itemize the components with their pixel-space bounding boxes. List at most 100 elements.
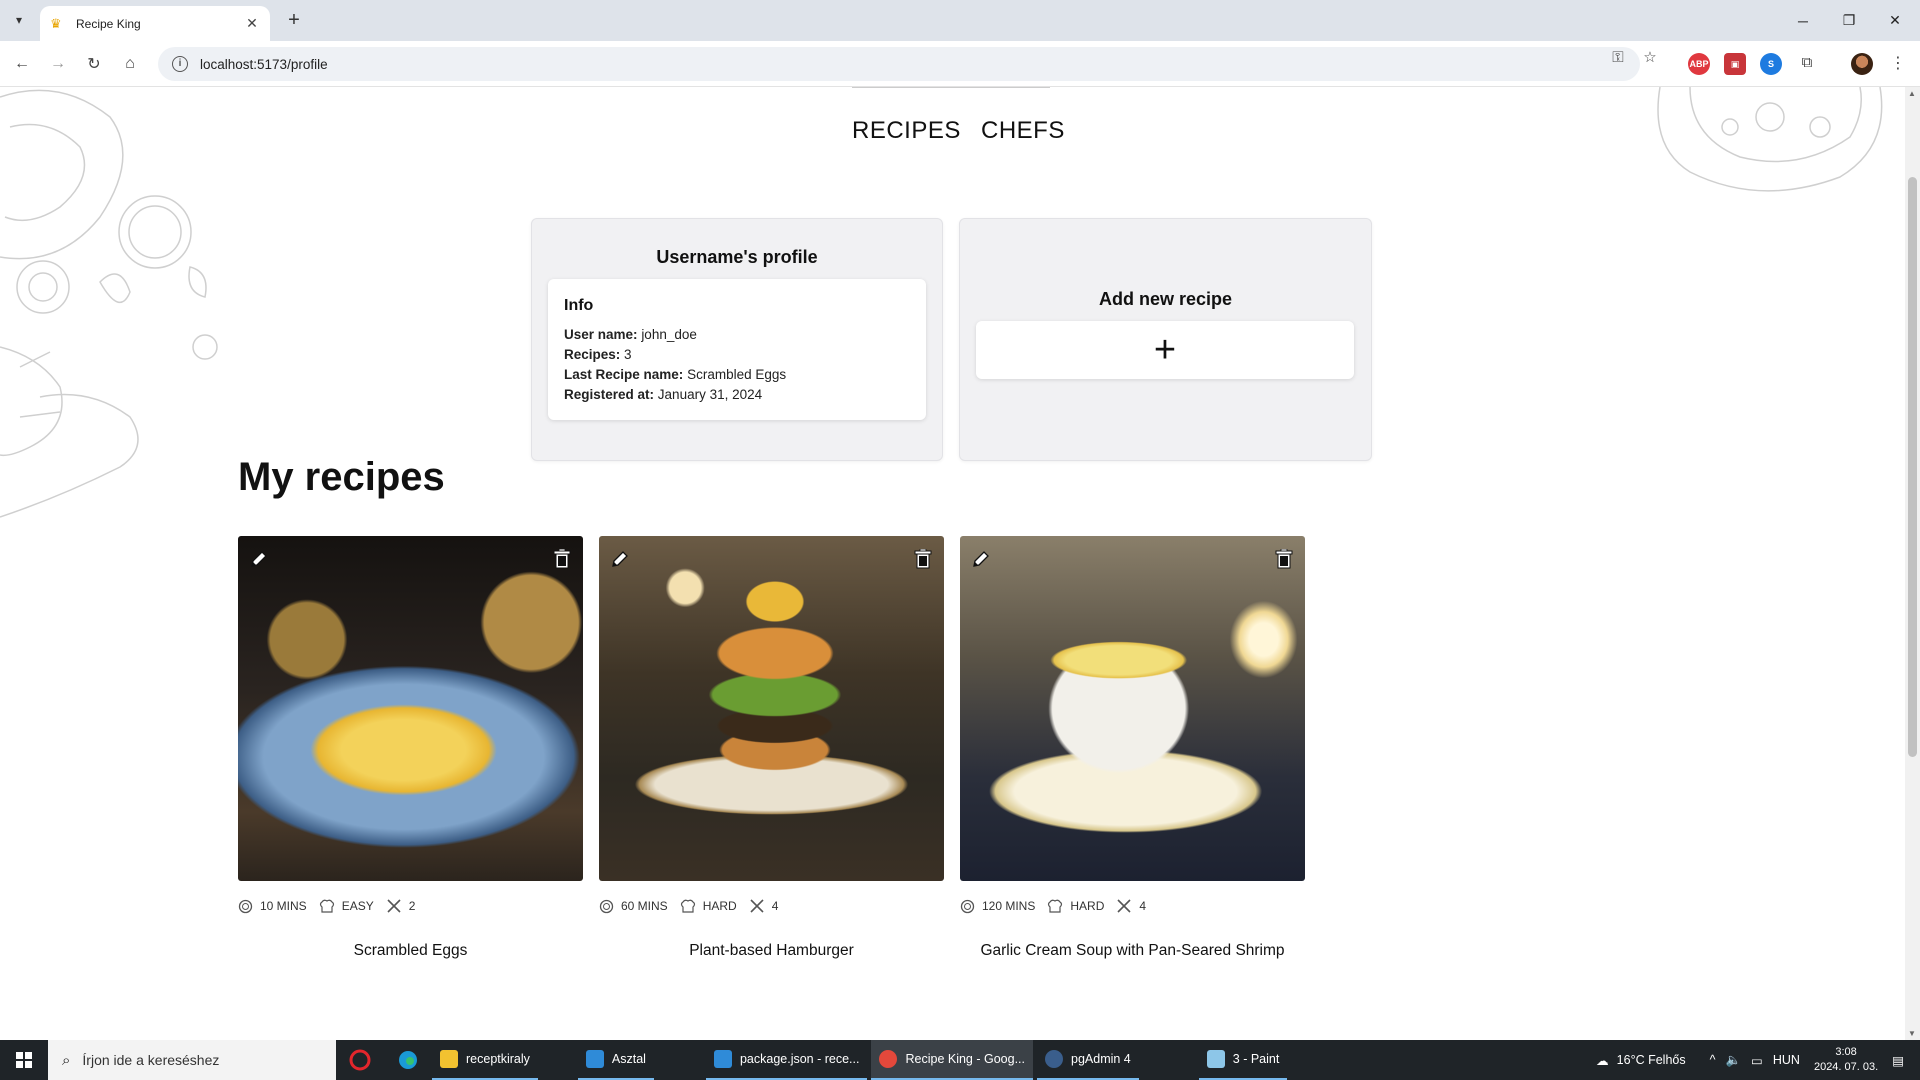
chef-hat-icon — [680, 899, 695, 913]
recipe-name[interactable]: Plant-based Hamburger — [599, 942, 944, 960]
my-recipes-heading: My recipes — [238, 455, 445, 499]
opera-icon[interactable] — [336, 1040, 384, 1080]
delete-trash-icon[interactable] — [910, 546, 936, 572]
recipe-meta: 60 MINS HARD 4 — [599, 898, 790, 914]
recipe-image-garlic-soup[interactable] — [960, 536, 1305, 881]
extension-blue-icon[interactable]: S — [1760, 53, 1782, 75]
nav-chefs-link[interactable]: CHEFS — [981, 117, 1065, 145]
close-tab-icon[interactable]: ✕ — [244, 15, 260, 32]
desktop-icon — [585, 1050, 604, 1068]
pgadmin-icon — [1045, 1050, 1063, 1068]
taskbar-search-placeholder: Írjon ide a kereséshez — [82, 1052, 220, 1068]
home-icon[interactable]: ⌂ — [118, 52, 142, 76]
edit-pencil-icon[interactable] — [968, 546, 994, 572]
search-icon: ⌕ — [62, 1051, 71, 1069]
recipe-name[interactable]: Scrambled Eggs — [238, 942, 583, 960]
browser-tab[interactable]: ♛ Recipe King ✕ — [40, 6, 270, 41]
language-indicator[interactable]: HUN — [1773, 1053, 1800, 1067]
page-scrollbar[interactable]: ▲ ▼ — [1905, 87, 1920, 1040]
recipe-card[interactable]: 120 MINS HARD 4 Garlic Cream Soup with P… — [960, 536, 1305, 959]
page-viewport: RECIPES CHEFS Username's profile Info Us… — [0, 87, 1905, 1040]
system-tray: ☁ 16°C Felhős ^ 🔈 ▭ HUN 3:08 2024. 07. 0… — [1596, 1040, 1920, 1080]
taskbar-app-asztal[interactable]: Asztal — [577, 1040, 654, 1080]
minimize-icon[interactable]: ─ — [1780, 0, 1826, 41]
adblock-extension-icon[interactable]: ABP — [1688, 53, 1710, 75]
recipe-servings: 4 — [771, 899, 779, 913]
back-icon[interactable]: ← — [10, 52, 34, 76]
clock[interactable]: 3:08 2024. 07. 03. — [1814, 1045, 1878, 1075]
taskbar-app-chrome[interactable]: Recipe King - Goog... — [871, 1040, 1033, 1080]
taskbar-app-receptkiraly[interactable]: receptkiraly — [432, 1040, 538, 1080]
edit-pencil-icon[interactable] — [607, 546, 633, 572]
tab-search-chevron-icon[interactable]: ▾ — [8, 10, 30, 30]
paint-icon — [1206, 1050, 1225, 1068]
nav-recipes-link[interactable]: RECIPES — [852, 117, 961, 145]
scrollbar-thumb[interactable] — [1908, 177, 1917, 757]
delete-trash-icon[interactable] — [1271, 546, 1297, 572]
extension-red-icon[interactable]: ▣ — [1724, 53, 1746, 75]
browser-menu-icon[interactable]: ⋮ — [1890, 53, 1906, 73]
cutlery-icon — [1117, 899, 1131, 913]
weather-cloud-icon[interactable]: ☁ — [1596, 1053, 1609, 1068]
password-key-icon[interactable]: ⚿ — [1608, 48, 1628, 68]
volume-icon[interactable]: 🔈 — [1725, 1053, 1741, 1068]
extensions-puzzle-icon[interactable]: ⧉ — [1797, 53, 1817, 73]
browser-toolbar: ← → ↻ ⌂ i localhost:5173/profile ⚿ ☆ ABP… — [0, 41, 1920, 87]
network-icon[interactable]: ▭ — [1751, 1053, 1763, 1068]
profile-title: Username's profile — [656, 247, 818, 267]
profile-avatar[interactable] — [1851, 53, 1873, 75]
recipe-difficulty: HARD — [702, 899, 737, 913]
tray-chevron-icon[interactable]: ^ — [1710, 1053, 1716, 1067]
restore-icon[interactable]: ❐ — [1826, 0, 1872, 41]
bookmark-star-icon[interactable]: ☆ — [1640, 48, 1660, 68]
taskbar-app-vscode[interactable]: package.json - rece... — [705, 1040, 868, 1080]
clock-date: 2024. 07. 03. — [1813, 1061, 1879, 1073]
recipe-card[interactable]: 60 MINS HARD 4 Plant-based Hamburger — [599, 536, 944, 959]
notifications-icon[interactable]: ▤ — [1892, 1053, 1904, 1068]
recipe-servings: 4 — [1139, 899, 1147, 913]
food-doodle-right-icon — [1657, 87, 1883, 192]
recipe-image-hamburger[interactable] — [599, 536, 944, 881]
address-bar[interactable]: i localhost:5173/profile — [158, 47, 1640, 81]
food-doodle-left-icon — [0, 89, 218, 518]
weather-text[interactable]: 16°C Felhős — [1617, 1053, 1686, 1067]
address-url: localhost:5173/profile — [200, 56, 328, 72]
info-row-username: User name: john_doe — [564, 327, 697, 342]
clock-icon — [238, 899, 253, 913]
info-row-registered: Registered at: January 31, 2024 — [564, 387, 763, 402]
add-recipe-button[interactable]: + — [976, 321, 1354, 379]
tab-title: Recipe King — [76, 16, 141, 31]
forward-icon[interactable]: → — [46, 52, 70, 76]
recipe-name[interactable]: Garlic Cream Soup with Pan-Seared Shrimp — [960, 942, 1305, 960]
recipe-card[interactable]: 10 MINS EASY 2 Scrambled Eggs — [238, 536, 583, 959]
recipe-servings: 2 — [408, 899, 416, 913]
cutlery-icon — [750, 899, 764, 913]
recipe-difficulty: EASY — [341, 899, 374, 913]
site-info-icon[interactable]: i — [172, 56, 188, 72]
clock-icon — [599, 899, 614, 913]
edit-pencil-icon[interactable] — [246, 546, 272, 572]
window-close-icon[interactable]: ✕ — [1872, 0, 1918, 41]
scroll-up-icon[interactable]: ▲ — [1908, 89, 1916, 98]
windows-taskbar: ⌕ Írjon ide a kereséshez receptkiraly As… — [0, 1040, 1920, 1080]
clock-time: 3:08 — [1835, 1046, 1857, 1058]
delete-trash-icon[interactable] — [549, 546, 575, 572]
taskbar-app-pgadmin[interactable]: pgAdmin 4 — [1037, 1040, 1139, 1080]
reload-icon[interactable]: ↻ — [82, 52, 106, 76]
recipe-time: 60 MINS — [621, 899, 668, 913]
taskbar-app-paint[interactable]: 3 - Paint — [1198, 1040, 1288, 1080]
folder-icon — [440, 1050, 458, 1068]
nav-divider — [852, 87, 1050, 88]
chef-hat-icon — [319, 899, 334, 913]
recipe-time: 10 MINS — [260, 899, 307, 913]
scroll-down-icon[interactable]: ▼ — [1908, 1029, 1916, 1038]
recipe-difficulty: HARD — [1070, 899, 1105, 913]
new-tab-icon[interactable]: + — [282, 9, 306, 33]
windows-start-icon[interactable] — [0, 1040, 48, 1080]
chrome-icon — [879, 1050, 898, 1068]
edge-icon[interactable] — [384, 1040, 432, 1080]
recipe-meta: 120 MINS HARD 4 — [960, 898, 1158, 914]
crown-favicon-icon: ♛ — [50, 15, 62, 31]
recipe-image-scrambled-eggs[interactable] — [238, 536, 583, 881]
taskbar-search-box[interactable]: ⌕ Írjon ide a kereséshez — [48, 1040, 336, 1080]
